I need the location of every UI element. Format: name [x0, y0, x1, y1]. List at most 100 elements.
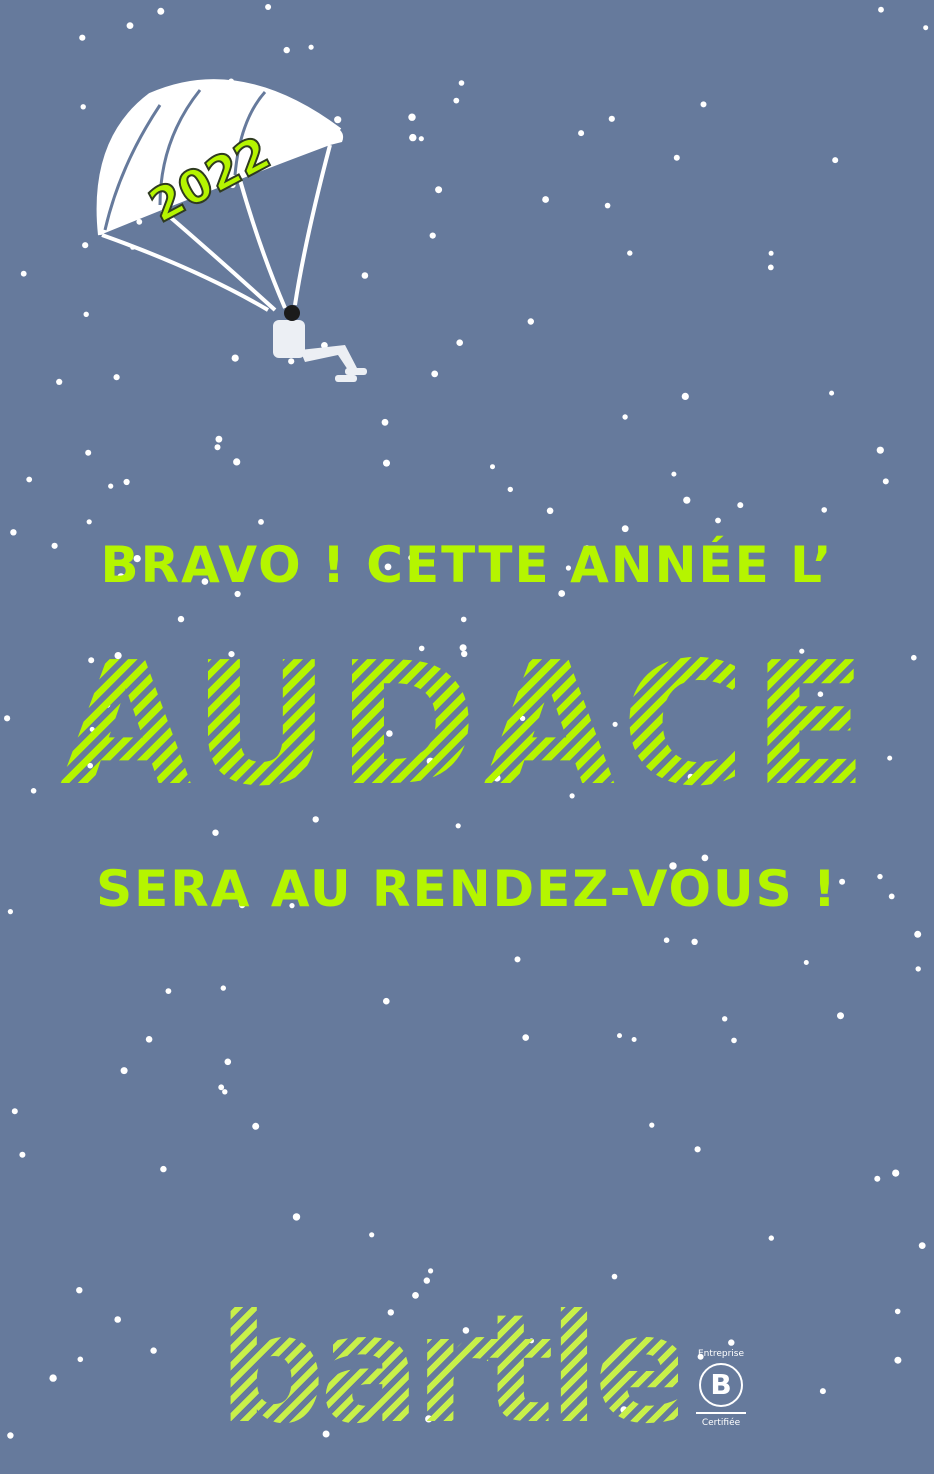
- snowflake: [56, 378, 63, 385]
- snowflake: [460, 616, 467, 623]
- person-figure: [273, 305, 367, 382]
- snowflake: [894, 1356, 902, 1364]
- snowflake: [767, 264, 774, 271]
- snowflake: [435, 186, 443, 194]
- snowflake: [108, 483, 114, 489]
- snowflake: [431, 370, 439, 378]
- snowflake: [222, 1089, 228, 1095]
- snowflake: [114, 1316, 121, 1323]
- b-corp-divider: [696, 1412, 746, 1414]
- snowflake: [892, 1169, 900, 1177]
- snowflake: [604, 202, 611, 209]
- snowflake: [700, 101, 707, 108]
- snowflake: [120, 1067, 128, 1075]
- headline-line-3: SERA AU RENDEZ-VOUS !: [96, 860, 838, 918]
- snowflake: [728, 1339, 735, 1346]
- snowflake: [418, 136, 424, 142]
- snowflake: [456, 339, 464, 347]
- b-corp-bottom-label: Certifiée: [701, 1418, 741, 1428]
- snowflake: [768, 250, 774, 256]
- headline-line-1: BRAVO ! CETTE ANNÉE L’: [100, 536, 834, 594]
- snowflake: [894, 1308, 901, 1315]
- snowflake: [918, 1242, 926, 1249]
- brand-logo: bartle: [218, 1290, 695, 1460]
- snowflake: [914, 930, 922, 938]
- snowflake: [85, 449, 92, 456]
- snowflake: [408, 113, 416, 121]
- snowflake: [150, 1347, 157, 1354]
- snowflake: [882, 478, 889, 485]
- snowflake: [546, 507, 554, 515]
- highlight-word: AUDACE: [0, 640, 934, 810]
- snowflake: [608, 115, 615, 122]
- snowflake: [876, 446, 884, 454]
- snowflake: [123, 478, 130, 486]
- snowflake: [160, 1165, 167, 1173]
- snowflake: [165, 988, 172, 994]
- snowflake: [252, 1122, 260, 1130]
- snowflake: [527, 318, 534, 325]
- snowflake: [458, 80, 465, 86]
- snowflake: [83, 311, 89, 317]
- snowflake: [663, 937, 670, 943]
- b-corp-top-label: Entreprise: [697, 1349, 745, 1359]
- snowflake: [145, 1036, 153, 1043]
- snowflake: [265, 4, 272, 10]
- snowflake: [308, 44, 314, 50]
- snowflake: [683, 496, 691, 504]
- snowflake: [731, 1037, 737, 1044]
- snowflake: [671, 471, 677, 477]
- b-corp-badge: Entreprise B Certifiée: [690, 1348, 752, 1446]
- snowflake: [631, 1037, 637, 1042]
- snowflake: [218, 1084, 225, 1091]
- snowflake: [49, 1374, 57, 1382]
- snowflake: [82, 242, 89, 249]
- snowflake: [878, 6, 884, 13]
- snowflake: [821, 507, 827, 513]
- snowflake: [617, 1033, 622, 1039]
- snowflake: [258, 519, 264, 525]
- snowflake: [803, 960, 809, 965]
- parachutist-icon: 2022: [96, 79, 367, 382]
- snowflake: [86, 519, 92, 525]
- snowflake: [214, 444, 221, 451]
- snowflake: [490, 464, 495, 470]
- snowflake: [768, 1235, 774, 1241]
- snowflake: [409, 133, 417, 142]
- snowflake: [837, 1012, 844, 1020]
- greeting-card: 2022 BRAVO ! CETTE ANNÉE L’ AUDACE SERA …: [0, 0, 934, 1474]
- snowflake: [611, 1273, 618, 1280]
- snowflake: [681, 392, 689, 400]
- snowflake: [76, 1287, 83, 1294]
- snowflake: [578, 130, 585, 137]
- snowflake: [923, 25, 929, 31]
- snowflake: [673, 154, 680, 161]
- snowflake: [874, 1175, 881, 1182]
- snowflake: [220, 985, 226, 991]
- snowflake: [522, 1034, 529, 1041]
- snowflake: [80, 104, 86, 110]
- snowflake: [79, 34, 86, 41]
- snowflake: [77, 1356, 84, 1363]
- snowflake: [224, 1058, 232, 1066]
- snowflake: [621, 525, 629, 533]
- snowflake: [715, 517, 721, 524]
- snowflake: [369, 1232, 375, 1238]
- snowflake: [649, 1122, 655, 1128]
- snowflake: [233, 458, 241, 466]
- snowflake: [694, 1146, 701, 1153]
- snowflake: [429, 232, 436, 239]
- snowflake: [292, 1213, 301, 1221]
- snowflake: [177, 615, 185, 623]
- snowflake: [215, 435, 223, 443]
- snowflake: [126, 22, 134, 29]
- snowflake: [737, 502, 744, 509]
- snowflake: [542, 196, 549, 203]
- snowflake: [283, 46, 290, 54]
- snowflake: [10, 529, 17, 536]
- snowflake: [507, 486, 513, 493]
- snowflake: [453, 97, 460, 104]
- snowflake: [383, 459, 390, 467]
- snowflake: [157, 7, 165, 15]
- snowflake: [11, 1108, 18, 1115]
